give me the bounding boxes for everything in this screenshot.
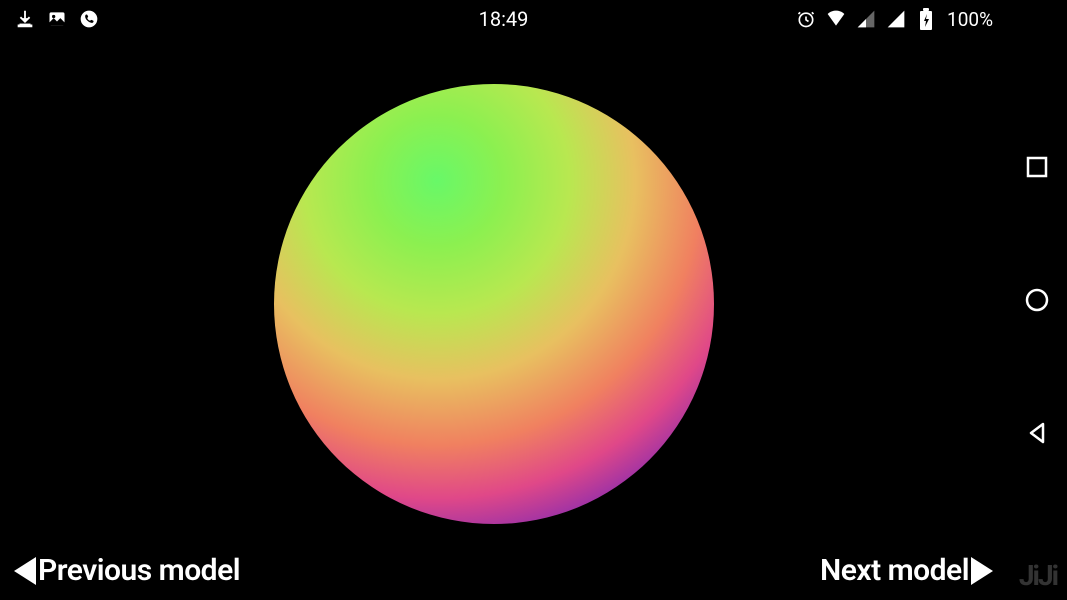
battery-icon (915, 8, 937, 30)
next-model-button[interactable]: Next model (820, 553, 993, 588)
recent-apps-button[interactable] (1022, 152, 1052, 182)
home-button[interactable] (1022, 285, 1052, 315)
bottom-nav: Previous model Next model (0, 553, 1007, 588)
previous-model-button[interactable]: Previous model (14, 553, 240, 588)
status-time: 18:49 (479, 7, 529, 31)
signal-2-icon (885, 8, 907, 30)
color-sphere-model[interactable] (274, 84, 714, 524)
wifi-icon (825, 8, 847, 30)
battery-percent: 100% (947, 8, 993, 31)
watermark: JiJi (1019, 559, 1057, 592)
alarm-icon (795, 8, 817, 30)
status-bar: 18:49 (0, 0, 1007, 38)
main-content (0, 38, 1007, 600)
status-right: 100% (795, 8, 993, 31)
signal-1-icon (855, 8, 877, 30)
status-left (14, 8, 100, 30)
arrow-left-icon (14, 557, 36, 585)
phone-icon (78, 8, 100, 30)
back-button[interactable] (1022, 418, 1052, 448)
image-icon (46, 8, 68, 30)
download-icon (14, 8, 36, 30)
previous-label: Previous model (38, 553, 240, 588)
arrow-right-icon (971, 557, 993, 585)
next-label: Next model (820, 553, 969, 588)
android-nav-bar (1007, 0, 1067, 600)
